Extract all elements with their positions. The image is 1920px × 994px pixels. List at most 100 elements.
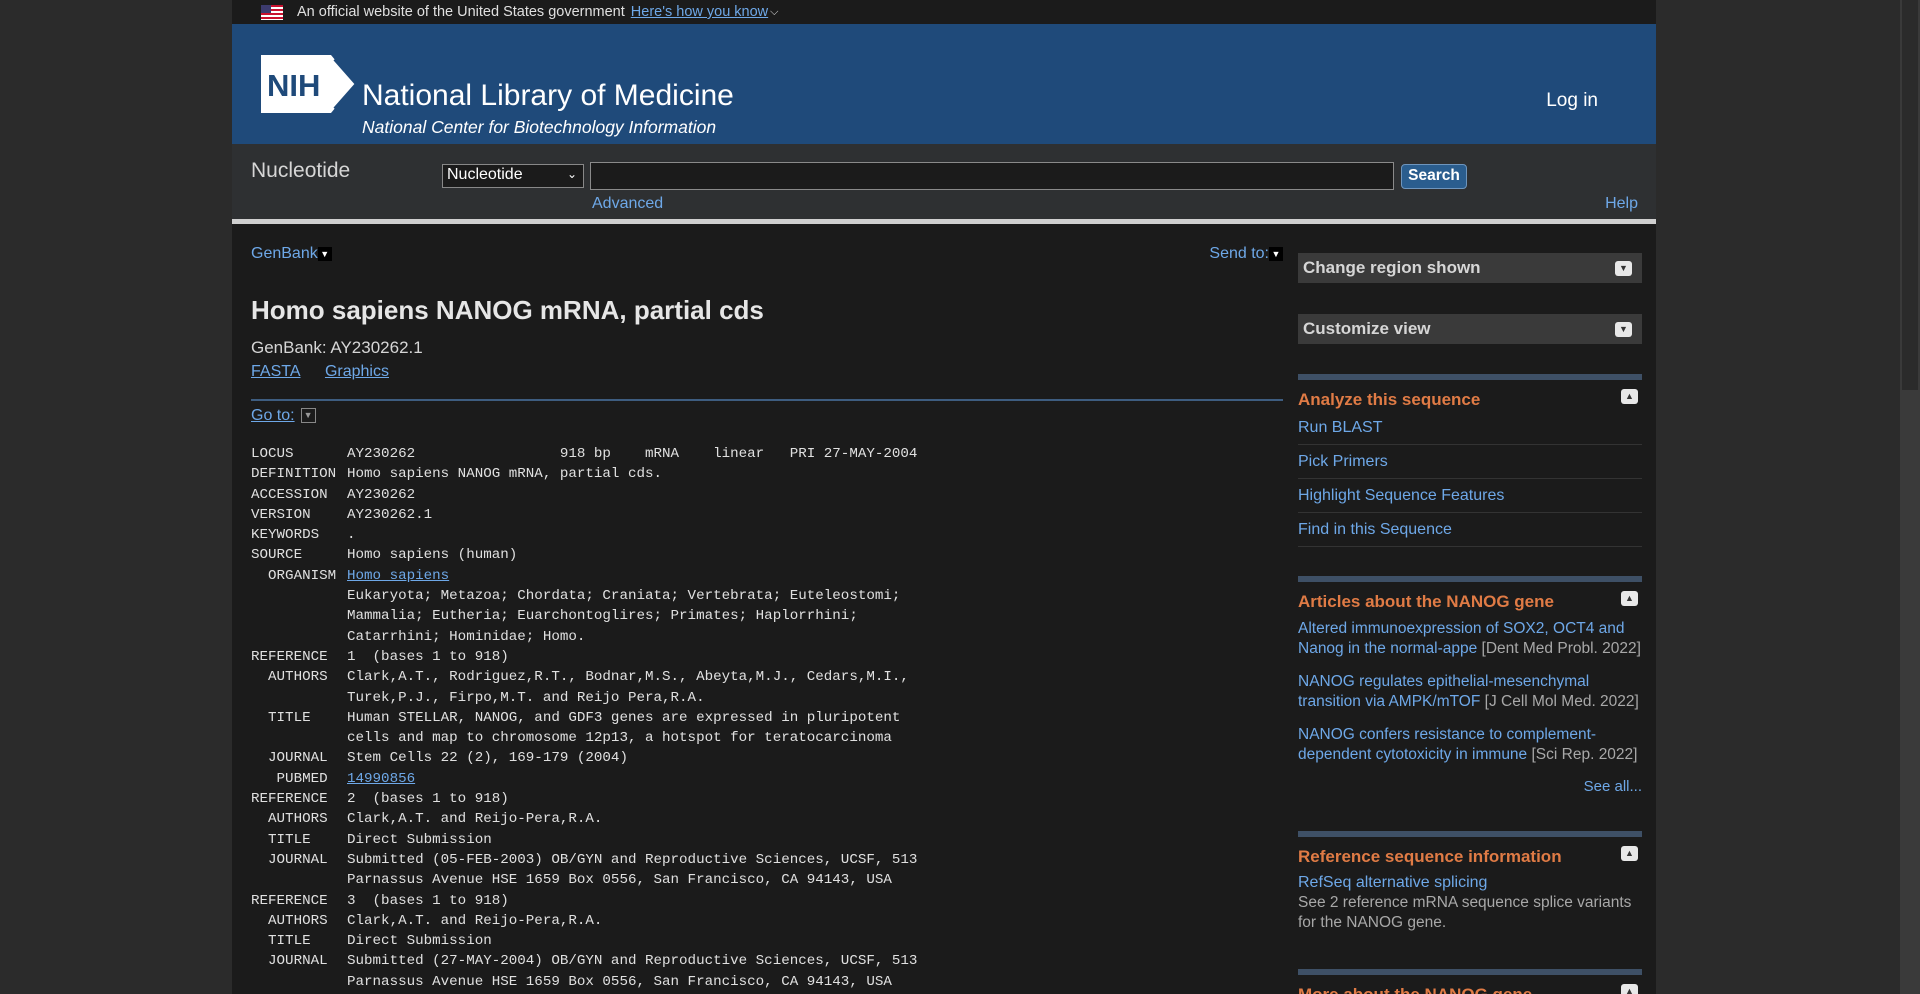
flatfile-row: Parnassus Avenue HSE 1659 Box 0556, San …: [251, 972, 917, 992]
flatfile-row: REFERENCE 1 (bases 1 to 918): [251, 647, 917, 667]
refseq-description: See 2 reference mRNA sequence splice var…: [1298, 894, 1632, 931]
flatfile-key: AUTHORS: [251, 811, 328, 828]
nlm-title[interactable]: National Library of Medicine: [362, 79, 734, 113]
flatfile-row: AUTHORS Clark,A.T. and Reijo-Pera,R.A.: [251, 809, 917, 829]
chevron-down-icon[interactable]: ⌵: [770, 6, 778, 19]
flatfile-value: Homo sapiens (human): [347, 547, 518, 564]
flatfile-row: REFERENCE 2 (bases 1 to 918): [251, 789, 917, 809]
flatfile-key: JOURNAL: [251, 851, 328, 868]
flatfile-row: TITLE Human STELLAR, NANOG, and GDF3 gene…: [251, 708, 917, 728]
run-blast-link[interactable]: Run BLAST: [1298, 411, 1642, 445]
flatfile-row: ACCESSION AY230262: [251, 485, 917, 505]
refseq-section: Reference sequence information ▲ RefSeq …: [1298, 831, 1642, 932]
customize-view-label: Customize view: [1303, 319, 1431, 338]
chevron-up-icon[interactable]: ▲: [1621, 846, 1638, 861]
articles-title: Articles about the NANOG gene ▲: [1298, 582, 1642, 613]
flatfile-key: REFERENCE: [251, 791, 328, 808]
chevron-down-icon[interactable]: ▼: [1615, 261, 1632, 276]
chevron-down-icon: ⌄: [566, 167, 577, 181]
see-all-link[interactable]: See all...: [1298, 778, 1642, 795]
flatfile-row: Eukaryota; Metazoa; Chordata; Craniata; …: [251, 586, 917, 606]
articles-title-text: Articles about the NANOG gene: [1298, 592, 1554, 611]
flatfile-value: Eukaryota; Metazoa; Chordata; Craniata; …: [347, 588, 901, 605]
article-item: NANOG regulates epithelial-mesenchymal t…: [1298, 672, 1642, 719]
flatfile-row: TITLE Direct Submission: [251, 931, 917, 951]
format-menu[interactable]: GenBank ▼: [251, 245, 332, 263]
fasta-link[interactable]: FASTA: [251, 363, 301, 380]
flatfile-key: DEFINITION: [251, 466, 337, 483]
graphics-link[interactable]: Graphics: [325, 363, 389, 380]
find-in-sequence-link[interactable]: Find in this Sequence: [1298, 513, 1642, 547]
flatfile-row: JOURNAL Submitted (27-MAY-2004) OB/GYN an…: [251, 951, 917, 971]
database-select-value: Nucleotide: [447, 166, 523, 183]
flatfile-key: [251, 586, 347, 606]
flatfile-key: [251, 627, 347, 647]
flatfile-row: LOCUS AY230262 918 bp mRNA linear PRI 27-…: [251, 444, 917, 464]
genbank-flatfile: LOCUS AY230262 918 bp mRNA linear PRI 27-…: [251, 444, 917, 992]
flatfile-row: TITLE Direct Submission: [251, 830, 917, 850]
more-title-text: More about the NANOG gene: [1298, 985, 1532, 994]
gov-banner: An official website of the United States…: [232, 0, 1656, 24]
nih-logo[interactable]: NIH: [261, 55, 355, 113]
heres-how-you-know-link[interactable]: Here's how you know: [631, 4, 768, 20]
refseq-splicing-link[interactable]: RefSeq alternative splicing: [1298, 874, 1642, 892]
chevron-up-icon[interactable]: ▲: [1621, 389, 1638, 404]
flatfile-value: Submitted (27-MAY-2004) OB/GYN and Repro…: [347, 953, 918, 970]
flatfile-row: ORGANISM Homo sapiens: [251, 566, 917, 586]
page-scrollbar[interactable]: [1900, 0, 1920, 994]
analyze-section: Analyze this sequence ▲ Run BLAST Pick P…: [1298, 374, 1642, 547]
articles-section: Articles about the NANOG gene ▲ Altered …: [1298, 576, 1642, 795]
chevron-down-icon[interactable]: ▼: [1615, 322, 1632, 337]
record-links: FASTA Graphics: [251, 363, 409, 381]
flatfile-link[interactable]: Homo sapiens: [347, 566, 449, 586]
ncbi-subtitle: National Center for Biotechnology Inform…: [362, 117, 717, 137]
flatfile-key: [251, 728, 347, 748]
flatfile-row: SOURCE Homo sapiens (human): [251, 545, 917, 565]
flatfile-value: Parnassus Avenue HSE 1659 Box 0556, San …: [347, 973, 892, 990]
chevron-up-icon[interactable]: ▲: [1621, 984, 1638, 994]
help-link[interactable]: Help: [1605, 195, 1638, 213]
send-to-menu[interactable]: Send to: ▼: [1209, 245, 1283, 263]
search-input[interactable]: [590, 162, 1394, 190]
caret-down-icon: ▼: [317, 246, 332, 261]
record-title: Homo sapiens NANOG mRNA, partial cds: [251, 295, 764, 325]
more-section: More about the NANOG gene ▲: [1298, 969, 1642, 994]
flatfile-value: Homo sapiens NANOG mRNA, partial cds.: [347, 466, 663, 483]
flatfile-key: SOURCE: [251, 547, 303, 564]
page: An official website of the United States…: [232, 0, 1656, 994]
flatfile-value: Submitted (05-FEB-2003) OB/GYN and Repro…: [347, 851, 918, 868]
article-citation: [Dent Med Probl. 2022]: [1481, 639, 1641, 657]
flatfile-value: AY230262.1: [347, 506, 433, 523]
flatfile-key: AUTHORS: [251, 912, 328, 929]
analyze-title-text: Analyze this sequence: [1298, 390, 1481, 409]
flatfile-key: [251, 972, 347, 992]
window-background: [1656, 0, 1900, 994]
chevron-down-icon: ▼: [300, 408, 316, 424]
search-button[interactable]: Search: [1401, 164, 1467, 189]
goto-menu[interactable]: Go to: ▼: [251, 407, 316, 425]
change-region-label: Change region shown: [1303, 258, 1481, 277]
database-name[interactable]: Nucleotide: [251, 159, 350, 183]
goto-label: Go to:: [251, 407, 295, 424]
change-region-portlet[interactable]: Change region shown ▼: [1298, 253, 1642, 283]
login-link[interactable]: Log in: [1546, 90, 1598, 112]
advanced-search-link[interactable]: Advanced: [592, 195, 663, 213]
flatfile-value: .: [347, 527, 356, 544]
flatfile-value: Stem Cells 22 (2), 169-179 (2004): [347, 750, 628, 767]
us-flag-icon: [261, 4, 283, 20]
flatfile-key: REFERENCE: [251, 892, 328, 909]
flatfile-row: Catarrhini; Hominidae; Homo.: [251, 627, 917, 647]
pick-primers-link[interactable]: Pick Primers: [1298, 445, 1642, 479]
scrollbar-thumb[interactable]: [1902, 0, 1918, 390]
flatfile-row: cells and map to chromosome 12p13, a hot…: [251, 728, 917, 748]
database-select[interactable]: Nucleotide ⌄: [442, 164, 584, 188]
flatfile-key: TITLE: [251, 831, 311, 848]
flatfile-link[interactable]: 14990856: [347, 769, 415, 789]
send-to-label: Send to:: [1209, 245, 1269, 262]
highlight-features-link[interactable]: Highlight Sequence Features: [1298, 479, 1642, 513]
flatfile-row: VERSION AY230262.1: [251, 505, 917, 525]
customize-view-portlet[interactable]: Customize view ▼: [1298, 314, 1642, 344]
flatfile-value: Clark,A.T. and Reijo-Pera,R.A.: [347, 811, 603, 828]
flatfile-value: 1 (bases 1 to 918): [347, 648, 509, 665]
chevron-up-icon[interactable]: ▲: [1621, 591, 1638, 606]
